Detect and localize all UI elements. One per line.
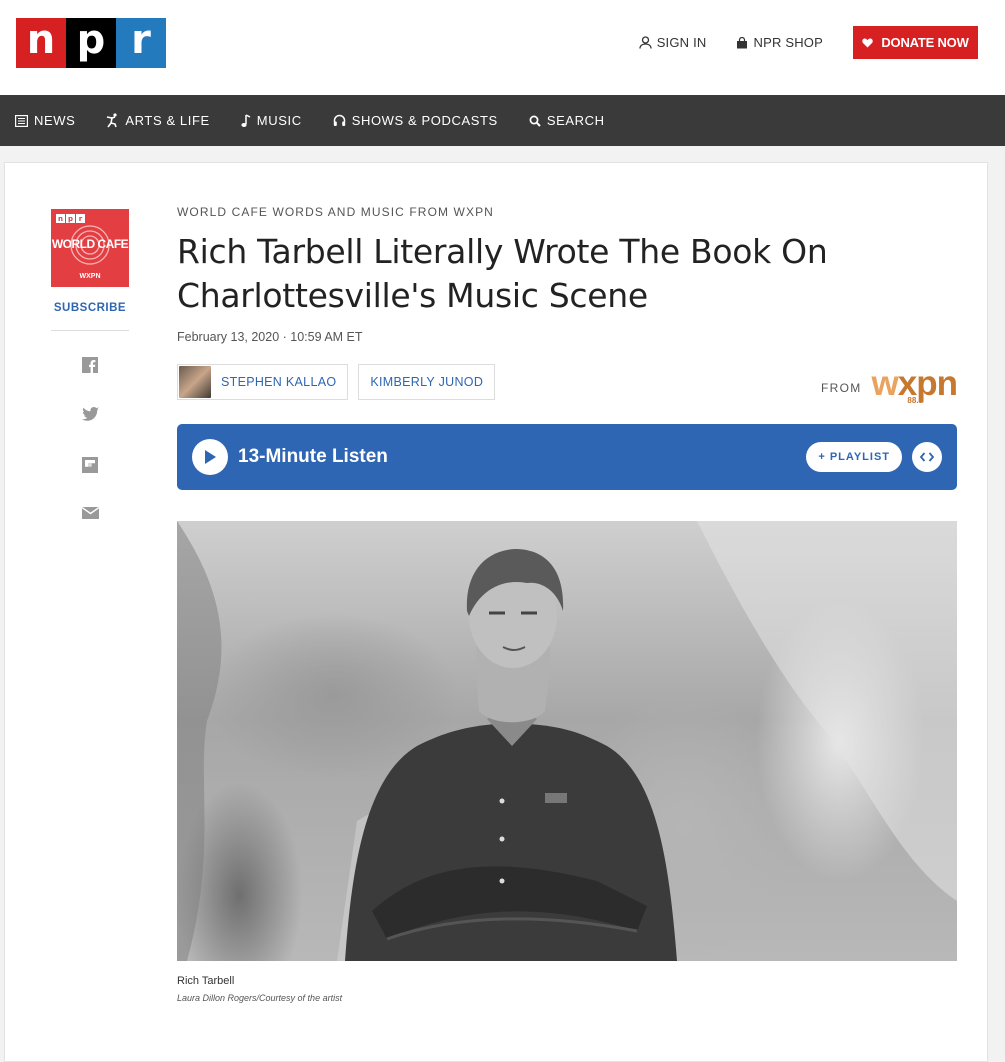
wxpn-logo[interactable]: wxpn 88.5 [871,364,958,405]
nav-arts-life[interactable]: ARTS & LIFE [106,113,209,128]
twitter-icon [81,407,99,421]
heart-icon [862,38,874,47]
play-icon [205,450,216,464]
article-card: n p r WORLD CAFE WXPN SUBSCRIBE WORLD CA… [4,162,988,1062]
music-note-icon [241,113,251,127]
nav-music[interactable]: MUSIC [241,113,302,128]
author-avatar [179,366,211,398]
byline-kimberly-junod[interactable]: KIMBERLY JUNOD [358,364,496,400]
npr-logo[interactable]: n p r [16,17,166,68]
share-facebook[interactable] [82,357,98,407]
nav-shows-podcasts[interactable]: SHOWS & PODCASTS [333,113,498,128]
npr-logo-r: r [116,17,166,68]
badge-npr-p: p [66,214,75,223]
from-label: FROM [821,380,862,395]
npr-shop-link[interactable]: NPR SHOP [736,35,823,50]
nav-shows-label: SHOWS & PODCASTS [351,113,498,128]
byline-name: KIMBERLY JUNOD [370,375,484,389]
nav-news[interactable]: NEWS [15,113,75,128]
header: n p r SIGN IN NPR SHOP DONATE NOW [0,0,1005,95]
wxpn-logo-w: w [871,364,899,403]
badge-npr-mark: n p r [56,214,86,223]
audio-player: 13-Minute Listen + PLAYLIST [177,424,957,490]
share-tools [51,357,129,557]
facebook-icon [82,357,98,373]
npr-logo-n: n [16,17,66,68]
article-title: Rich Tarbell Literally Wrote The Book On… [177,232,828,315]
nav-search-label: SEARCH [546,113,605,128]
bylines: STEPHEN KALLAO KIMBERLY JUNOD FROM wxpn 8… [177,364,958,405]
share-twitter[interactable] [81,407,99,457]
wxpn-frequency: 88.5 [907,396,923,405]
shopping-bag-icon [737,36,748,48]
nav-search[interactable]: SEARCH [529,113,605,128]
play-button[interactable] [192,439,228,475]
donate-button[interactable]: DONATE NOW [853,26,978,59]
search-icon [529,115,541,127]
byline-stephen-kallao[interactable]: STEPHEN KALLAO [177,364,349,400]
sign-in-link[interactable]: SIGN IN [639,35,707,50]
byline-name: STEPHEN KALLAO [221,375,337,389]
nav-news-label: NEWS [34,113,76,128]
article-main: WORLD CAFE WORDS AND MUSIC FROM WXPN Ric… [177,205,958,1003]
header-links: SIGN IN NPR SHOP DONATE NOW [609,26,978,59]
share-email[interactable] [81,507,99,557]
badge-program-name: WORLD CAFE [51,237,129,251]
donate-label: DONATE NOW [881,35,969,50]
user-icon [639,36,652,49]
flipboard-icon [82,457,98,473]
article-photo[interactable] [177,521,957,961]
add-to-playlist-button[interactable]: + PLAYLIST [806,442,902,472]
photo-caption: Rich Tarbell [177,975,235,987]
photo-credit: Laura Dillon Rogers/Courtesy of the arti… [177,993,343,1003]
npr-logo-p: p [66,17,116,68]
code-embed-icon [920,452,934,462]
embed-button[interactable] [912,442,942,472]
share-flipboard[interactable] [82,457,98,507]
npr-shop-label: NPR SHOP [753,35,823,50]
nav-music-label: MUSIC [256,113,302,128]
article-slug[interactable]: WORLD CAFE WORDS AND MUSIC FROM WXPN [177,205,957,219]
program-rail: n p r WORLD CAFE WXPN SUBSCRIBE [51,209,131,557]
subscribe-link[interactable]: SUBSCRIBE [51,302,129,331]
news-icon [15,114,28,127]
portrait-figure [177,521,957,961]
arts-icon [107,113,118,128]
badge-station: WXPN [79,273,101,280]
badge-npr-r: r [76,214,85,223]
article-date: February 13, 2020 · 10:59 AM ET [177,330,363,344]
headphones-icon [333,114,345,126]
nav-arts-label: ARTS & LIFE [125,113,210,128]
station-attribution: FROM wxpn 88.5 [821,364,958,405]
world-cafe-badge[interactable]: n p r WORLD CAFE WXPN [51,209,129,287]
sign-in-label: SIGN IN [656,35,707,50]
email-icon [81,507,99,519]
audio-title: 13-Minute Listen [238,446,388,467]
badge-npr-n: n [56,214,65,223]
main-nav: NEWS ARTS & LIFE MUSIC SHOWS & PODCASTS … [0,95,1005,146]
